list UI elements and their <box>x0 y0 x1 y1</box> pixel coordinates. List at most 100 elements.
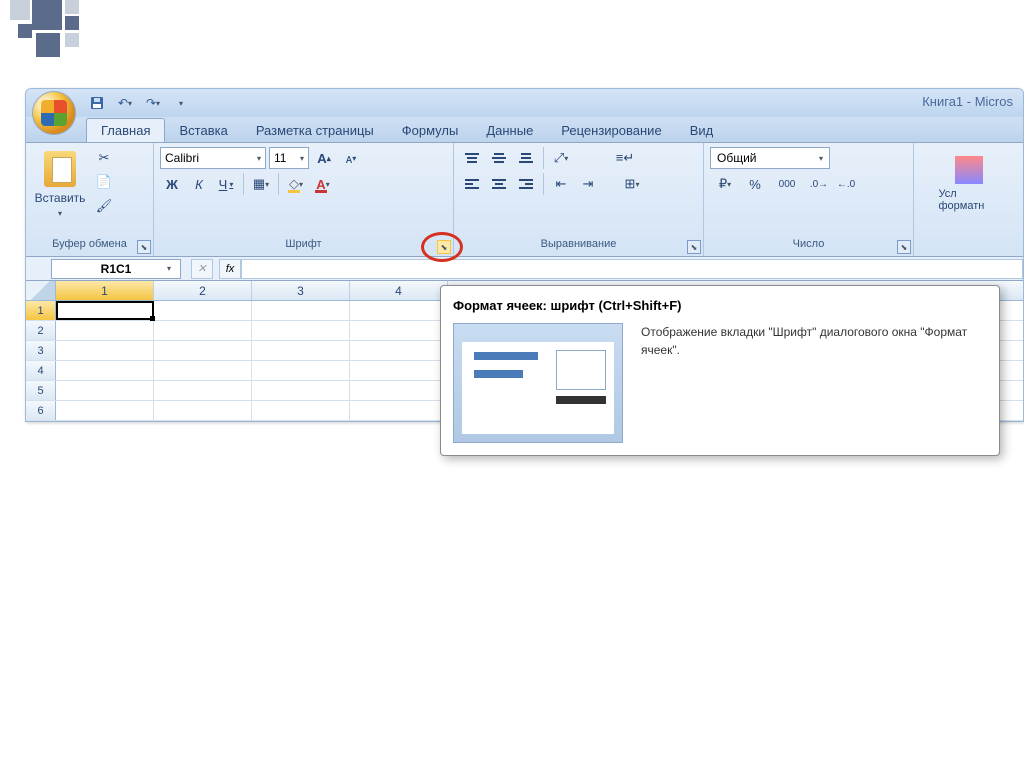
cell[interactable] <box>252 321 350 340</box>
tab-insert[interactable]: Вставка <box>165 119 241 142</box>
cut-button[interactable]: ✂ <box>92 147 116 169</box>
font-size-value: 11 <box>274 151 286 165</box>
font-color-button[interactable]: A▾ <box>311 173 335 195</box>
cell[interactable] <box>350 361 448 380</box>
number-format-select[interactable]: Общий▾ <box>710 147 830 169</box>
decrease-font-button[interactable]: ᴀ▾ <box>339 147 363 169</box>
copy-button[interactable]: 📄 <box>92 171 116 193</box>
cell[interactable] <box>350 341 448 360</box>
formula-bar-row: R1C1 ▾ ✕ fx <box>26 257 1023 281</box>
screentip-title: Формат ячеек: шрифт (Ctrl+Shift+F) <box>453 298 987 313</box>
font-name-value: Calibri <box>165 151 199 165</box>
cell[interactable] <box>56 321 154 340</box>
office-button[interactable] <box>32 91 76 135</box>
cell[interactable] <box>350 301 448 320</box>
align-middle-button[interactable] <box>487 147 511 169</box>
cell[interactable] <box>252 361 350 380</box>
alignment-launcher[interactable]: ⬊ <box>687 240 701 254</box>
cell[interactable] <box>56 381 154 400</box>
redo-button[interactable]: ↷▾ <box>142 92 164 114</box>
tab-home[interactable]: Главная <box>86 118 165 142</box>
cell[interactable] <box>350 321 448 340</box>
font-size-select[interactable]: 11▾ <box>269 147 309 169</box>
col-header-4[interactable]: 4 <box>350 281 448 300</box>
cell-r1c1[interactable] <box>56 301 154 320</box>
italic-button[interactable]: К <box>187 173 211 195</box>
percent-button[interactable]: % <box>743 173 767 195</box>
cell[interactable] <box>154 381 252 400</box>
undo-button[interactable]: ↶▾ <box>114 92 136 114</box>
tab-review[interactable]: Рецензирование <box>547 119 675 142</box>
cell[interactable] <box>56 341 154 360</box>
merge-center-button[interactable]: ⊞▾ <box>616 173 648 195</box>
col-header-3[interactable]: 3 <box>252 281 350 300</box>
align-left-button[interactable] <box>460 173 484 195</box>
number-launcher[interactable]: ⬊ <box>897 240 911 254</box>
currency-button[interactable]: ₽▾ <box>710 173 740 195</box>
tab-view[interactable]: Вид <box>676 119 728 142</box>
ribbon-tabs: Главная Вставка Разметка страницы Формул… <box>26 117 1023 143</box>
orientation-button[interactable]: ⤢▾ <box>549 147 573 169</box>
increase-decimal-button[interactable]: .0→ <box>807 173 831 195</box>
decrease-indent-button[interactable]: ⇤ <box>549 173 573 195</box>
name-box[interactable]: R1C1 <box>51 259 181 279</box>
borders-button[interactable]: ▦▾ <box>249 173 273 195</box>
align-right-button[interactable] <box>514 173 538 195</box>
cond-format-icon <box>955 156 983 184</box>
increase-font-button[interactable]: A▴ <box>312 147 336 169</box>
group-styles: Усл форматн <box>914 143 1023 256</box>
cell[interactable] <box>252 381 350 400</box>
bold-button[interactable]: Ж <box>160 173 184 195</box>
font-name-select[interactable]: Calibri▾ <box>160 147 266 169</box>
wrap-text-button[interactable]: ≡↵ <box>609 147 641 169</box>
cancel-entry-button[interactable]: ✕ <box>191 259 213 279</box>
increase-indent-button[interactable]: ⇥ <box>576 173 600 195</box>
cell[interactable] <box>154 401 252 420</box>
row-header-6[interactable]: 6 <box>26 401 56 420</box>
row-header-5[interactable]: 5 <box>26 381 56 400</box>
paste-button[interactable]: Вставить ▾ <box>32 147 88 221</box>
clipboard-launcher[interactable]: ⬊ <box>137 240 151 254</box>
cell[interactable] <box>154 301 252 320</box>
align-center-button[interactable] <box>487 173 511 195</box>
cond-format-label: Усл форматн <box>939 188 999 212</box>
row-header-4[interactable]: 4 <box>26 361 56 380</box>
cell[interactable] <box>56 361 154 380</box>
conditional-formatting-button[interactable]: Усл форматн <box>934 147 1004 221</box>
cell[interactable] <box>154 361 252 380</box>
col-header-1[interactable]: 1 <box>56 281 154 300</box>
select-all-corner[interactable] <box>26 281 56 300</box>
row-header-1[interactable]: 1 <box>26 301 56 320</box>
comma-style-button[interactable]: 000 <box>770 173 804 195</box>
group-number: Общий▾ ₽▾ % 000 .0→ ←.0 Число ⬊ <box>704 143 914 256</box>
fill-color-button[interactable]: ◇▾ <box>284 173 308 195</box>
cell[interactable] <box>350 381 448 400</box>
cell[interactable] <box>56 401 154 420</box>
cell[interactable] <box>252 341 350 360</box>
tab-page-layout[interactable]: Разметка страницы <box>242 119 388 142</box>
fx-button[interactable]: fx <box>219 259 241 279</box>
cell[interactable] <box>154 341 252 360</box>
row-header-2[interactable]: 2 <box>26 321 56 340</box>
col-header-2[interactable]: 2 <box>154 281 252 300</box>
number-group-label: Число <box>710 236 907 252</box>
save-button[interactable] <box>86 92 108 114</box>
tab-formulas[interactable]: Формулы <box>388 119 473 142</box>
decrease-decimal-button[interactable]: ←.0 <box>834 173 858 195</box>
tab-data[interactable]: Данные <box>472 119 547 142</box>
cell[interactable] <box>154 321 252 340</box>
ribbon: Вставить ▾ ✂ 📄 🖌 Буфер обмена ⬊ Calibri▾ <box>26 143 1023 257</box>
cell[interactable] <box>350 401 448 420</box>
number-format-value: Общий <box>717 151 757 165</box>
row-header-3[interactable]: 3 <box>26 341 56 360</box>
cell[interactable] <box>252 301 350 320</box>
formula-bar[interactable] <box>241 259 1023 279</box>
font-launcher[interactable]: ⬊ <box>437 240 451 254</box>
format-painter-button[interactable]: 🖌 <box>92 195 116 217</box>
underline-button[interactable]: Ч▾ <box>214 173 238 195</box>
cell[interactable] <box>252 401 350 420</box>
qat-customize[interactable]: ▾ <box>170 92 192 114</box>
align-bottom-button[interactable] <box>514 147 538 169</box>
group-font: Calibri▾ 11▾ A▴ ᴀ▾ Ж К Ч▾ ▦▾ <box>154 143 454 256</box>
align-top-button[interactable] <box>460 147 484 169</box>
